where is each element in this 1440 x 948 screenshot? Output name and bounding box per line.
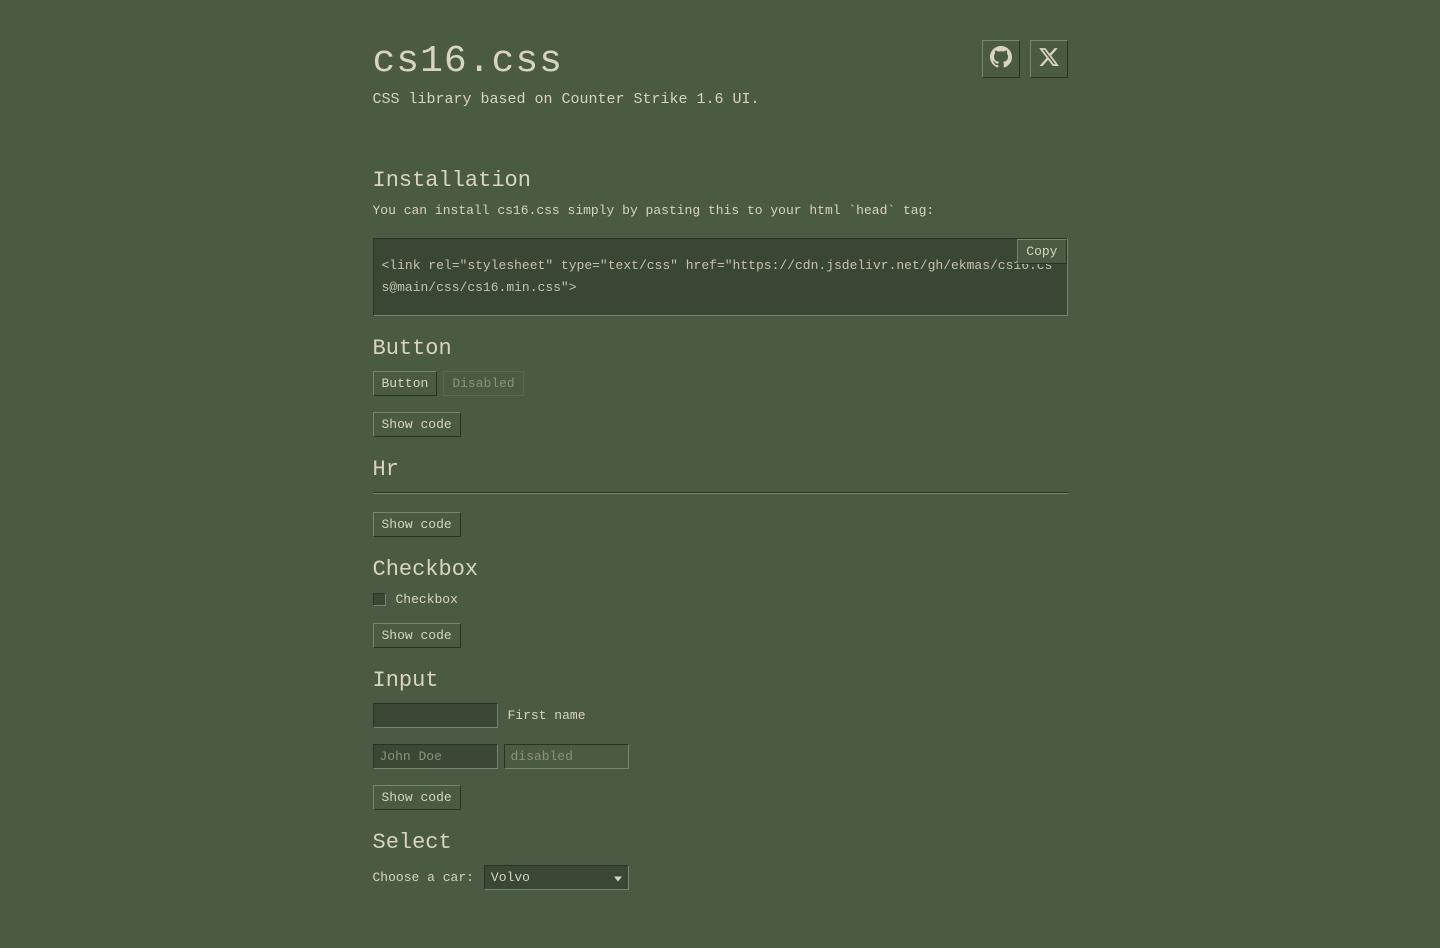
input-heading: Input [373, 668, 1068, 693]
copy-button[interactable]: Copy [1017, 239, 1066, 264]
show-code-button[interactable]: Show code [373, 623, 461, 648]
button-heading: Button [373, 336, 1068, 361]
checkbox-heading: Checkbox [373, 557, 1068, 582]
checkbox-box [373, 593, 386, 606]
checkbox-label: Checkbox [396, 592, 458, 607]
demo-hr [373, 492, 1068, 494]
demo-button-disabled: Disabled [443, 371, 523, 396]
first-name-label: First name [508, 708, 586, 723]
installation-text: You can install cs16.css simply by pasti… [373, 203, 1068, 218]
hr-heading: Hr [373, 457, 1068, 482]
x-twitter-link[interactable] [1030, 40, 1068, 78]
github-icon [990, 46, 1012, 73]
demo-button[interactable]: Button [373, 371, 438, 396]
x-icon [1038, 46, 1060, 73]
select-value: Volvo [491, 870, 530, 885]
github-link[interactable] [982, 40, 1020, 78]
installation-code: <link rel="stylesheet" type="text/css" h… [382, 255, 1059, 299]
chevron-down-icon [614, 876, 622, 881]
placeholder-input[interactable] [373, 744, 498, 769]
car-select[interactable]: Volvo [484, 865, 629, 890]
header-icon-links [982, 40, 1068, 78]
first-name-input[interactable] [373, 703, 498, 728]
show-code-button[interactable]: Show code [373, 512, 461, 537]
demo-checkbox[interactable]: Checkbox [373, 592, 458, 607]
show-code-button[interactable]: Show code [373, 412, 461, 437]
select-label: Choose a car: [373, 870, 474, 885]
disabled-input [504, 744, 629, 769]
page-subtitle: CSS library based on Counter Strike 1.6 … [373, 91, 1068, 108]
select-heading: Select [373, 830, 1068, 855]
installation-heading: Installation [373, 168, 1068, 193]
installation-code-block: Copy <link rel="stylesheet" type="text/c… [373, 238, 1068, 316]
page-title: cs16.css [373, 40, 563, 83]
show-code-button[interactable]: Show code [373, 785, 461, 810]
